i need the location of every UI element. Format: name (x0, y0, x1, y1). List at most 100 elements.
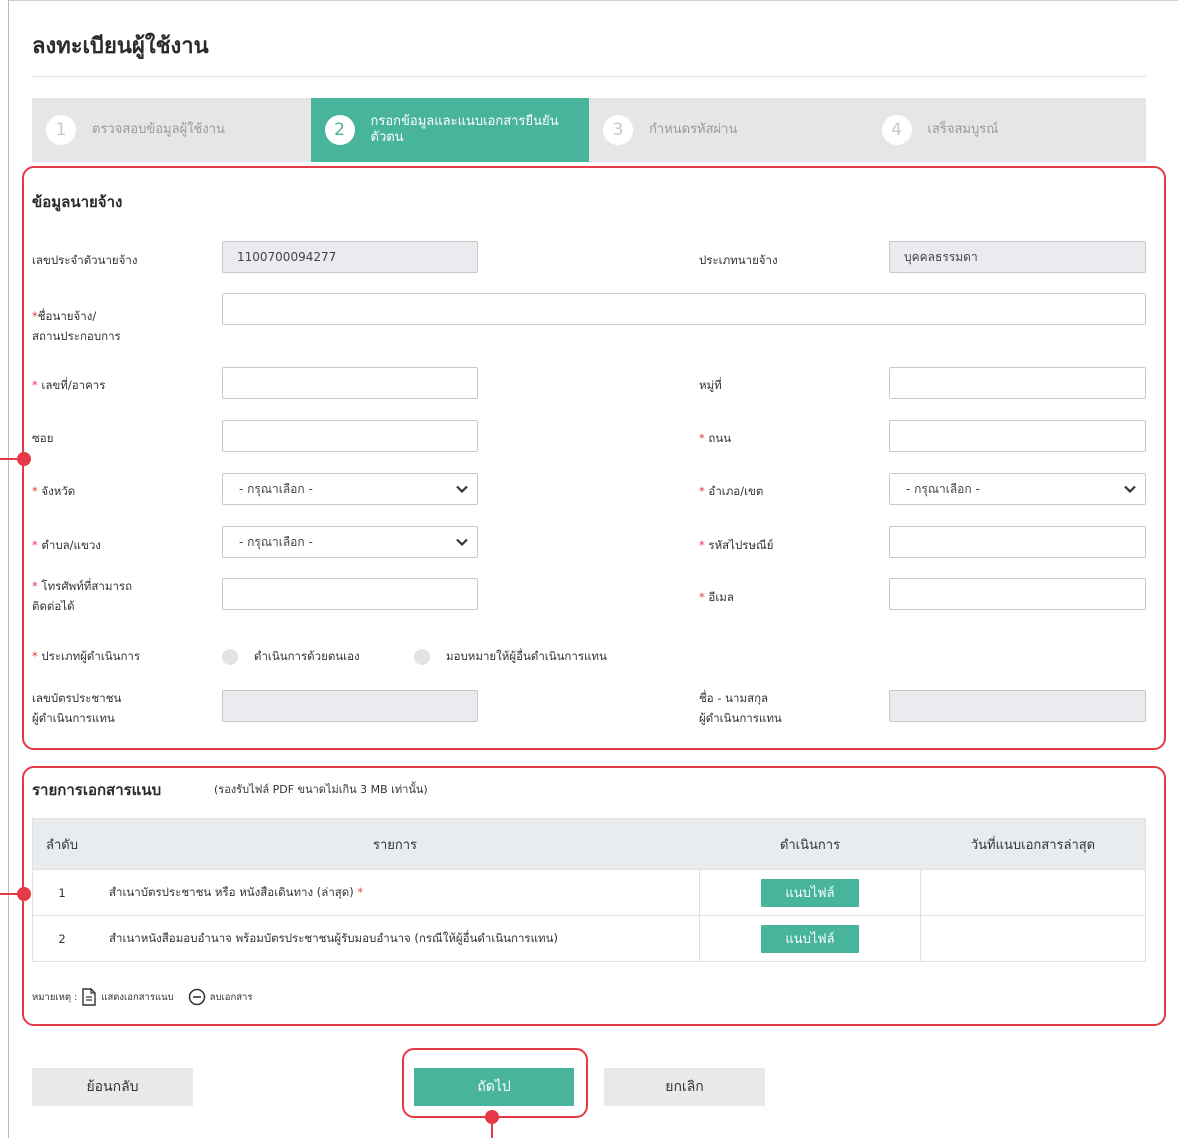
row-item: สำเนาหนังสือมอบอำนาจ พร้อมบัตรประชาชนผู้… (91, 930, 699, 948)
employer-id-label: เลขประจำตัวนายจ้าง (32, 253, 138, 267)
required-mark: * (699, 484, 705, 498)
district-select[interactable]: - กรุณาเลือก - (889, 473, 1146, 505)
table-row: 1 สำเนาบัตรประชาชน หรือ หนังสือเดินทาง (… (33, 869, 1145, 915)
attach-file-button[interactable]: แนบไฟล์ (761, 924, 859, 953)
frame-left-border (8, 0, 9, 1138)
subdistrict-select-value: - กรุณาเลือก - (239, 534, 313, 549)
back-button[interactable]: ย้อนกลับ (32, 1068, 193, 1106)
step-2: 2 กรอกข้อมูลและแนบเอกสารยืนยันตัวตน (310, 98, 589, 162)
header-no: ลำดับ (46, 837, 78, 853)
soi-label: ซอย (32, 431, 54, 445)
proxy-id-input[interactable] (222, 690, 478, 722)
phone-input[interactable] (222, 578, 478, 610)
required-mark: * (699, 590, 705, 604)
documents-section-title: รายการเอกสารแนบ (32, 781, 162, 799)
title-divider (32, 76, 1146, 77)
document-icon (82, 988, 97, 1006)
house-no-input[interactable] (222, 367, 478, 399)
province-select-value: - กรุณาเลือก - (239, 481, 313, 496)
radio-operator-self[interactable]: ดำเนินการด้วยตนเอง (222, 648, 360, 666)
step-3: 3 กำหนดรหัสผ่าน (589, 98, 868, 162)
employer-type-field: บุคคลธรรมดา (889, 241, 1146, 273)
radio-circle[interactable] (414, 649, 430, 665)
proxy-name-label: ชื่อ - นามสกุล ผู้ดำเนินการแทน (699, 688, 782, 728)
province-select[interactable]: - กรุณาเลือก - (222, 473, 478, 505)
employer-name-input[interactable] (222, 293, 1146, 325)
road-input[interactable] (889, 420, 1146, 452)
district-select-value: - กรุณาเลือก - (906, 481, 980, 496)
documents-legend: หมายเหตุ : แสดงเอกสารแนบ ลบเอกสาร (32, 988, 252, 1006)
employer-type-value: บุคคลธรรมดา (904, 249, 978, 264)
moo-label: หมู่ที่ (699, 378, 722, 392)
employer-id-field: 1100700094277 (222, 241, 478, 273)
annotation-line-next (491, 1118, 493, 1138)
employer-id-value: 1100700094277 (237, 250, 337, 264)
employer-name-label: *ชื่อนายจ้าง/ สถานประกอบการ (32, 306, 121, 346)
email-label: * อีเมล (699, 587, 734, 607)
documents-table: ลำดับ รายการ ดำเนินการ วันที่แนบเอกสารล่… (32, 818, 1146, 962)
proxy-id-label: เลขบัตรประชาชน ผู้ดำเนินการแทน (32, 688, 121, 728)
header-action: ดำเนินการ (779, 837, 841, 853)
step-3-number: 3 (603, 115, 633, 145)
proxy-name-input[interactable] (889, 690, 1146, 722)
required-mark: * (32, 649, 38, 663)
required-mark: * (32, 484, 38, 498)
annotation-box-next (402, 1048, 588, 1118)
employer-type-label: ประเภทนายจ้าง (699, 253, 778, 267)
header-date: วันที่แนบเอกสารล่าสุด (970, 837, 1096, 853)
proxy-id-label-line1: เลขบัตรประชาชน (32, 691, 122, 705)
road-label: * ถนน (699, 428, 731, 448)
required-mark: * (699, 538, 705, 552)
legend-view-label: แสดงเอกสารแนบ (101, 991, 174, 1003)
cancel-button[interactable]: ยกเลิก (604, 1068, 765, 1106)
required-mark: * (699, 431, 705, 445)
row-no: 2 (58, 931, 66, 946)
employer-section-title: ข้อมูลนายจ้าง (32, 193, 123, 211)
table-row: 2 สำเนาหนังสือมอบอำนาจ พร้อมบัตรประชาชนผ… (33, 915, 1145, 961)
proxy-id-label-line2: ผู้ดำเนินการแทน (32, 711, 115, 725)
row-item: สำเนาบัตรประชาชน หรือ หนังสือเดินทาง (ล่… (91, 884, 699, 902)
required-mark: * (32, 538, 38, 552)
required-mark: * (32, 378, 38, 392)
employer-name-label-line1: ชื่อนายจ้าง/ (37, 309, 97, 323)
province-label: * จังหวัด (32, 481, 75, 501)
minus-circle-icon (188, 988, 205, 1006)
province-label-text: จังหวัด (41, 484, 76, 498)
step-1-number: 1 (46, 115, 76, 145)
row-item-text: สำเนาบัตรประชาชน หรือ หนังสือเดินทาง (ล่… (109, 884, 354, 899)
radio-operator-proxy[interactable]: มอบหมายให้ผู้อื่นดำเนินการแทน (414, 648, 607, 666)
chevron-down-icon (1124, 485, 1136, 494)
required-mark: * (357, 884, 364, 899)
postcode-input[interactable] (889, 526, 1146, 558)
road-label-text: ถนน (708, 431, 732, 445)
operator-type-label-text: ประเภทผู้ดำเนินการ (41, 649, 141, 663)
page-title: ลงทะเบียนผู้ใช้งาน (32, 34, 209, 59)
radio-operator-self-label: ดำเนินการด้วยตนเอง (254, 649, 360, 663)
subdistrict-select[interactable]: - กรุณาเลือก - (222, 526, 478, 558)
row-action: แนบไฟล์ (699, 870, 921, 915)
annotation-dot-documents (17, 887, 31, 901)
step-4: 4 เสร็จสมบูรณ์ (868, 98, 1147, 162)
soi-input[interactable] (222, 420, 478, 452)
step-2-label: กรอกข้อมูลและแนบเอกสารยืนยันตัวตน (370, 114, 559, 145)
step-2-number: 2 (324, 115, 355, 145)
phone-label-line1: โทรศัพท์ที่สามารถ (41, 579, 133, 593)
proxy-name-label-line1: ชื่อ - นามสกุล (699, 691, 769, 705)
documents-table-header: ลำดับ รายการ ดำเนินการ วันที่แนบเอกสารล่… (33, 819, 1145, 869)
step-4-number: 4 (881, 115, 912, 145)
registration-stepper: 1 ตรวจสอบข้อมูลผู้ใช้งาน 2 กรอกข้อมูลและ… (32, 98, 1146, 162)
subdistrict-label-text: ตำบล/แขวง (41, 538, 101, 552)
email-input[interactable] (889, 578, 1146, 610)
radio-circle[interactable] (222, 649, 238, 665)
email-label-text: อีเมล (708, 590, 734, 604)
row-no: 1 (58, 885, 66, 900)
documents-note: (รองรับไฟล์ PDF ขนาดไม่เกิน 3 MB เท่านั้… (214, 783, 428, 796)
proxy-name-label-line2: ผู้ดำเนินการแทน (699, 711, 782, 725)
employer-name-label-line2: สถานประกอบการ (32, 329, 121, 343)
moo-input[interactable] (889, 367, 1146, 399)
house-no-label: * เลขที่/อาคาร (32, 375, 105, 395)
required-mark: * (32, 579, 38, 593)
annotation-dot-employer (17, 452, 31, 466)
attach-file-button[interactable]: แนบไฟล์ (761, 878, 859, 907)
step-3-label: กำหนดรหัสผ่าน (649, 122, 738, 137)
